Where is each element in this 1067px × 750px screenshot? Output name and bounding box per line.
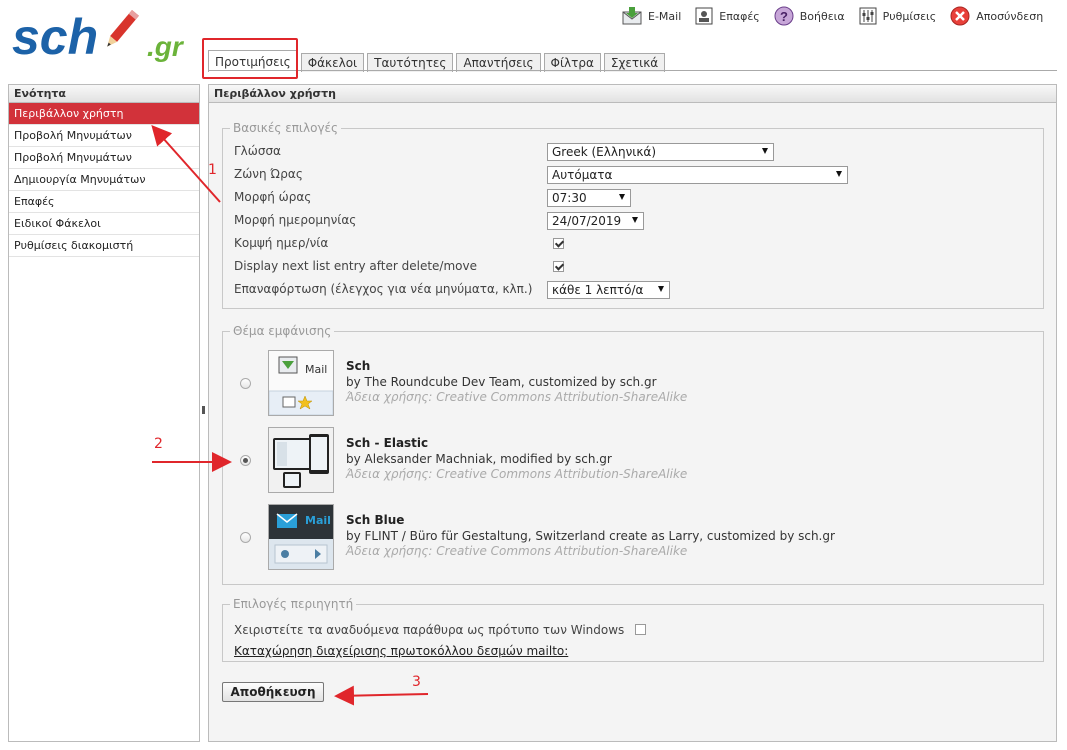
- section-message-view[interactable]: Προβολή Μηνυμάτων: [9, 147, 199, 169]
- sections-panel: Ενότητα Περιβάλλον χρήστη Προβολή Μηνυμά…: [8, 84, 200, 742]
- skin-elastic-license: Άδεια χρήσης: Creative Commons Attributi…: [346, 467, 688, 481]
- section-contacts[interactable]: Επαφές: [9, 191, 199, 213]
- skin-sch-license: Άδεια χρήσης: Creative Commons Attributi…: [346, 390, 688, 404]
- skin-blue-author: by FLINT / Büro für Gestaltung, Switzerl…: [346, 529, 835, 543]
- chevron-down-icon: [762, 148, 768, 154]
- top-toolbar: E-Mail Επαφές ? Βοήθεια Ρυθμίσεις Αποσύν…: [622, 5, 1043, 27]
- language-select[interactable]: Greek (Ελληνικά): [547, 143, 774, 161]
- annotation-number-2: 2: [154, 436, 163, 452]
- skin-elastic-preview-icon: [269, 428, 333, 492]
- skin-legend: Θέμα εμφάνισης: [230, 324, 335, 338]
- annotation-number-1: 1: [208, 162, 217, 178]
- chevron-down-icon: [619, 194, 625, 200]
- preferences-panel: Περιβάλλον χρήστη Βασικές επιλογές Γλώσσ…: [208, 84, 1057, 742]
- logout-icon: [950, 6, 970, 26]
- contacts-button[interactable]: Επαφές: [695, 7, 760, 25]
- refresh-value: κάθε 1 λεπτό/α: [552, 283, 644, 297]
- skin-blue-thumb-label: Mail: [305, 514, 331, 527]
- basic-options-legend: Βασικές επιλογές: [230, 121, 342, 135]
- pretty-date-checkbox[interactable]: [553, 238, 564, 249]
- contacts-label: Επαφές: [719, 9, 760, 23]
- preferences-header: Περιβάλλον χρήστη: [209, 85, 1056, 103]
- section-user-interface[interactable]: Περιβάλλον χρήστη: [9, 103, 199, 125]
- popup-windows-label: Χειριστείτε τα αναδυόμενα παράθυρα ως πρ…: [234, 623, 625, 637]
- time-format-label: Μορφή ώρας: [234, 190, 312, 204]
- timezone-select[interactable]: Αυτόματα: [547, 166, 848, 184]
- section-server-settings[interactable]: Ρυθμίσεις διακομιστή: [9, 235, 199, 257]
- chevron-down-icon: [836, 171, 842, 177]
- save-button[interactable]: Αποθήκευση: [222, 682, 324, 702]
- panel-splitter[interactable]: [202, 406, 205, 414]
- timezone-label: Ζώνη Ώρας: [234, 167, 303, 181]
- language-value: Greek (Ελληνικά): [552, 145, 656, 159]
- skin-blue-radio[interactable]: [240, 532, 251, 543]
- svg-text:?: ?: [780, 9, 788, 24]
- sections-header: Ενότητα: [9, 85, 199, 103]
- skin-blue-thumbnail[interactable]: Mail: [268, 504, 334, 570]
- refresh-label: Επαναφόρτωση (έλεγχος για νέα μηνύματα, …: [234, 282, 533, 296]
- annotation-number-3: 3: [412, 674, 421, 690]
- next-entry-label: Display next list entry after delete/mov…: [234, 259, 477, 273]
- settings-icon: [859, 7, 877, 25]
- time-format-select[interactable]: 07:30: [547, 189, 631, 207]
- logo-text: sch: [12, 9, 98, 65]
- skin-elastic-author: by Aleksander Machniak, modified by sch.…: [346, 452, 612, 466]
- skin-elastic-radio[interactable]: [240, 455, 251, 466]
- mail-download-icon: [622, 7, 642, 25]
- time-format-value: 07:30: [552, 191, 587, 205]
- next-entry-checkbox[interactable]: [553, 261, 564, 272]
- sch-logo: sch .gr: [12, 9, 185, 65]
- section-special-folders[interactable]: Ειδικοί Φάκελοι: [9, 213, 199, 235]
- help-label: Βοήθεια: [799, 9, 845, 23]
- logo-domain: .gr: [147, 31, 185, 62]
- language-label: Γλώσσα: [234, 144, 281, 158]
- refresh-select[interactable]: κάθε 1 λεπτό/α: [547, 281, 670, 299]
- browser-options-fieldset: Επιλογές περιηγητή Χειριστείτε τα αναδυό…: [222, 597, 1044, 662]
- skin-sch-name: Sch: [346, 359, 371, 373]
- settings-button[interactable]: Ρυθμίσεις: [859, 7, 937, 25]
- mailto-handler-link[interactable]: Καταχώρηση διαχείρισης πρωτοκόλλου δεσμώ…: [234, 644, 568, 658]
- logout-button[interactable]: Αποσύνδεση: [950, 6, 1043, 26]
- chevron-down-icon: [658, 286, 664, 292]
- skin-elastic-name: Sch - Elastic: [346, 436, 429, 450]
- skin-sch-preview-icon: [269, 351, 333, 415]
- pretty-date-label: Κομψή ημερ/νία: [234, 236, 329, 250]
- email-button[interactable]: E-Mail: [622, 7, 681, 25]
- skin-sch-thumbnail[interactable]: Mail: [268, 350, 334, 416]
- basic-options-fieldset: Βασικές επιλογές Γλώσσα Greek (Ελληνικά)…: [222, 121, 1044, 309]
- date-format-select[interactable]: 24/07/2019: [547, 212, 644, 230]
- tabs-divider: [208, 70, 1057, 71]
- chevron-down-icon: [632, 217, 638, 223]
- skin-elastic-thumbnail[interactable]: [268, 427, 334, 493]
- contacts-icon: [695, 7, 713, 25]
- annotation-tab-highlight: [202, 38, 298, 79]
- skin-sch-radio[interactable]: [240, 378, 251, 389]
- logout-label: Αποσύνδεση: [976, 9, 1044, 23]
- popup-windows-checkbox[interactable]: [635, 624, 646, 635]
- date-format-label: Μορφή ημερομηνίας: [234, 213, 357, 227]
- date-format-value: 24/07/2019: [552, 214, 622, 228]
- section-compose[interactable]: Δημιουργία Μηνυμάτων: [9, 169, 199, 191]
- browser-options-legend: Επιλογές περιηγητή: [230, 597, 357, 611]
- skin-sch-author: by The Roundcube Dev Team, customized by…: [346, 375, 657, 389]
- timezone-value: Αυτόματα: [552, 168, 613, 182]
- skin-blue-name: Sch Blue: [346, 513, 405, 527]
- section-mailbox-view[interactable]: Προβολή Μηνυμάτων: [9, 125, 199, 147]
- skin-sch-thumb-label: Mail: [305, 363, 328, 376]
- email-label: E-Mail: [648, 9, 682, 23]
- help-button[interactable]: ? Βοήθεια: [774, 6, 845, 26]
- settings-label: Ρυθμίσεις: [882, 9, 937, 23]
- skin-fieldset: Θέμα εμφάνισης Mail Sch by The Roundcube…: [222, 324, 1044, 585]
- skin-blue-license: Άδεια χρήσης: Creative Commons Attributi…: [346, 544, 688, 558]
- help-icon: ?: [774, 6, 794, 26]
